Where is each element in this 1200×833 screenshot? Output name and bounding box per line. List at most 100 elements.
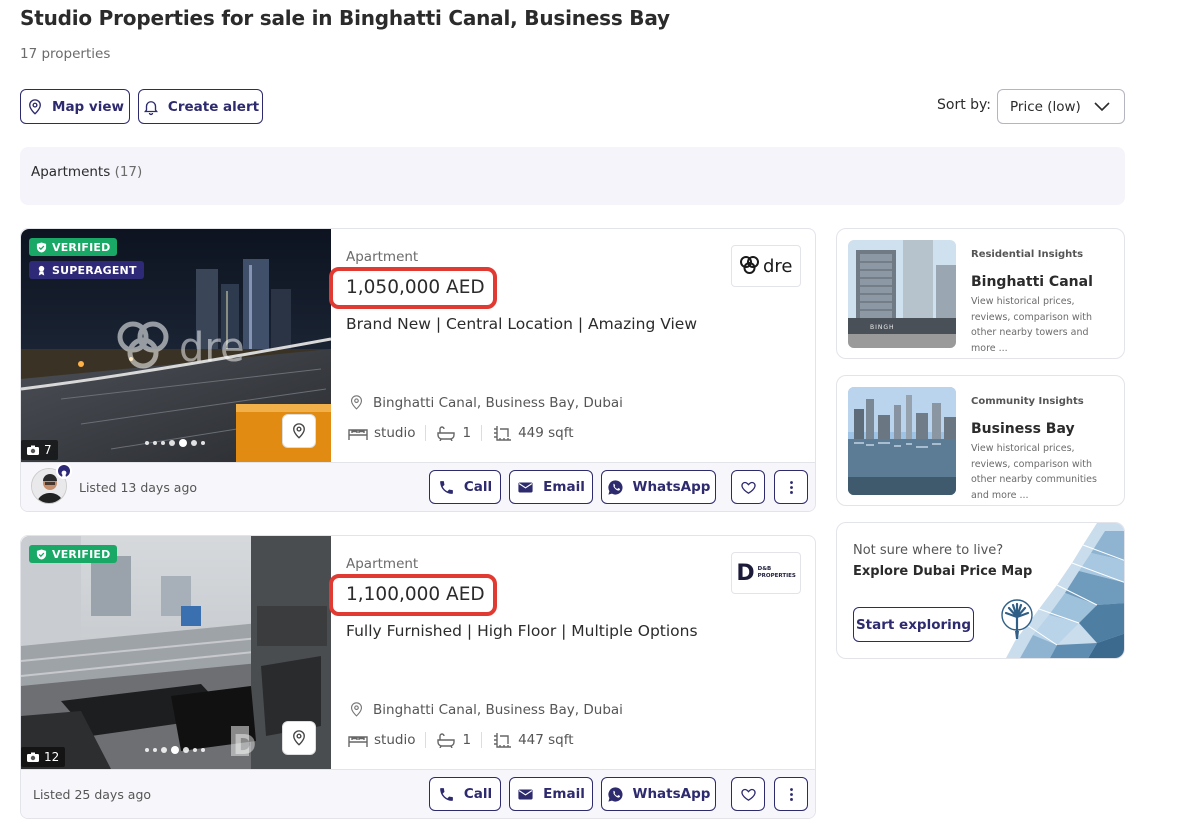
bathrooms: 1 <box>462 732 472 748</box>
page-title: Studio Properties for sale in Binghatti … <box>20 6 670 30</box>
show-on-map-button[interactable] <box>282 721 316 755</box>
sort-select[interactable]: Price (low) <box>997 89 1125 124</box>
camera-icon <box>27 752 39 762</box>
location-pin-icon <box>293 423 305 439</box>
bedrooms: studio <box>374 425 416 441</box>
listed-date: Listed 13 days ago <box>79 480 198 495</box>
photo-watermark: D <box>233 728 256 761</box>
location-pin-icon <box>350 395 363 410</box>
listing-title[interactable]: Fully Furnished | High Floor | Multiple … <box>346 622 698 640</box>
start-exploring-button[interactable]: Start exploring <box>853 607 974 642</box>
call-button[interactable]: Call <box>429 470 501 504</box>
result-count: 17 properties <box>20 46 111 62</box>
residential-insights-card[interactable]: BINGH Residential Insights Binghatti Can… <box>836 228 1125 359</box>
listing-card[interactable]: D VERIFIED 12 Apartment 1,100,000 AED Fu… <box>20 535 816 819</box>
bathtub-icon <box>437 733 456 748</box>
call-label: Call <box>463 479 493 495</box>
whatsapp-button[interactable]: WhatsApp <box>601 470 716 504</box>
create-alert-button[interactable]: Create alert <box>138 89 263 124</box>
sort-value: Price (low) <box>1010 98 1081 115</box>
email-button[interactable]: Email <box>509 470 593 504</box>
area: 449 sqft <box>518 425 574 441</box>
filter-chip-apartments[interactable]: Apartments (17) <box>31 164 142 180</box>
call-button[interactable]: Call <box>429 777 501 811</box>
favorite-button[interactable] <box>731 470 765 504</box>
location-text: Binghatti Canal, Business Bay, Dubai <box>373 394 623 411</box>
listing-specs: studio 1 447 sqft <box>348 732 574 748</box>
category-filter-bar <box>20 147 1125 205</box>
listing-specs: studio 1 449 sqft <box>348 425 574 441</box>
award-icon <box>38 265 45 276</box>
create-alert-label: Create alert <box>167 98 260 115</box>
heart-icon <box>740 788 756 801</box>
email-label: Email <box>543 479 585 495</box>
dre-logo-icon: dre <box>740 256 793 277</box>
insight-thumbnail <box>848 387 956 495</box>
email-label: Email <box>543 786 585 802</box>
area: 447 sqft <box>518 732 574 748</box>
community-insights-card[interactable]: Community Insights Business Bay View his… <box>836 375 1125 506</box>
whatsapp-icon <box>607 479 623 495</box>
bed-icon <box>348 736 368 747</box>
more-options-button[interactable] <box>774 470 808 504</box>
insight-kicker: Residential Insights <box>971 249 1084 260</box>
listing-location: Binghatti Canal, Business Bay, Dubai <box>348 393 623 412</box>
insight-description: View historical prices, reviews, compari… <box>971 443 1097 501</box>
agency-logo-text: dre <box>763 256 793 277</box>
show-on-map-button[interactable] <box>282 414 316 448</box>
whatsapp-label: WhatsApp <box>632 786 711 802</box>
sort-label: Sort by: <box>937 97 992 113</box>
award-icon <box>61 470 67 478</box>
map-view-button[interactable]: Map view <box>20 89 130 124</box>
more-options-button[interactable] <box>774 777 808 811</box>
agency-logo[interactable]: D D&B PROPERTIES <box>731 552 801 594</box>
insight-description: View historical prices, reviews, compari… <box>971 296 1093 354</box>
camera-icon <box>27 445 39 455</box>
agency-logo[interactable]: dre <box>731 245 801 287</box>
whatsapp-label: WhatsApp <box>632 479 711 495</box>
kebab-menu-icon <box>789 787 793 801</box>
location-pin-icon <box>293 730 305 746</box>
verified-badge: VERIFIED <box>29 545 118 563</box>
superagent-badge: SUPERAGENT <box>29 261 144 279</box>
bedrooms: studio <box>374 732 416 748</box>
verified-badge: VERIFIED <box>29 238 118 256</box>
property-type: Apartment <box>346 249 419 265</box>
area-icon <box>494 426 512 441</box>
listing-card[interactable]: dre VERIFIED SUPERAGENT 7 Apartment 1,05… <box>20 228 816 512</box>
filter-chip-label: Apartments <box>31 164 111 180</box>
listing-location: Binghatti Canal, Business Bay, Dubai <box>348 700 623 719</box>
property-type: Apartment <box>346 556 419 572</box>
bell-icon <box>143 100 158 115</box>
bathrooms: 1 <box>462 425 472 441</box>
heart-icon <box>740 481 756 494</box>
svg-text:BINGH: BINGH <box>870 324 895 331</box>
photo-count-value: 7 <box>44 443 52 457</box>
superagent-label: SUPERAGENT <box>52 263 137 277</box>
call-label: Call <box>463 786 493 802</box>
price-map-illustration <box>1001 523 1124 658</box>
location-text: Binghatti Canal, Business Bay, Dubai <box>373 701 623 718</box>
superagent-mini-badge <box>56 463 72 479</box>
photo-pagination-dots[interactable] <box>145 439 205 447</box>
location-pin-icon <box>29 98 41 115</box>
favorite-button[interactable] <box>731 777 765 811</box>
insight-kicker: Community Insights <box>971 396 1084 407</box>
photo-watermark: dre <box>179 325 245 371</box>
verified-label: VERIFIED <box>52 240 111 254</box>
bathtub-icon <box>437 426 456 441</box>
start-exploring-label: Start exploring <box>855 616 972 633</box>
email-button[interactable]: Email <box>509 777 593 811</box>
listing-price: 1,100,000 AED <box>346 584 485 605</box>
location-pin-icon <box>350 702 363 717</box>
photo-pagination-dots[interactable] <box>145 746 205 754</box>
listing-title[interactable]: Brand New | Central Location | Amazing V… <box>346 315 697 333</box>
listing-price: 1,050,000 AED <box>346 277 485 298</box>
bed-icon <box>348 429 368 440</box>
whatsapp-icon <box>607 786 623 802</box>
whatsapp-button[interactable]: WhatsApp <box>601 777 716 811</box>
listed-date: Listed 25 days ago <box>33 787 152 802</box>
price-map-card[interactable]: Not sure where to live? Explore Dubai Pr… <box>836 522 1125 659</box>
shield-check-icon <box>36 548 47 560</box>
chevron-down-icon <box>1094 101 1110 111</box>
